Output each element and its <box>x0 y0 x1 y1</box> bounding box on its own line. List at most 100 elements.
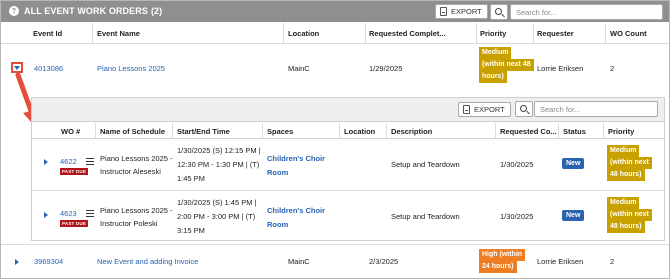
priority-line: (within next <box>607 209 652 221</box>
event-location: MainC <box>288 64 310 73</box>
status-badge: New <box>562 210 585 221</box>
chevron-right-icon[interactable] <box>44 159 48 165</box>
space-link[interactable]: Children's Choir <box>267 154 325 163</box>
wo-description: Setup and Teardown <box>391 160 460 169</box>
col-header-priority[interactable]: Priority <box>480 29 506 38</box>
chevron-down-icon <box>14 65 20 70</box>
event-location: MainC <box>288 257 310 266</box>
col-divider <box>95 123 96 139</box>
priority-line: 48 hours) <box>607 169 645 181</box>
col-header-location[interactable]: Location <box>344 127 375 136</box>
priority-line: (within next 48 <box>479 59 534 71</box>
chevron-right-icon[interactable] <box>44 212 48 218</box>
space-link[interactable]: Room <box>267 168 288 177</box>
search-icon <box>495 7 502 15</box>
col-header-requested[interactable]: Requested Complet... <box>369 29 446 38</box>
chevron-right-icon[interactable] <box>15 259 19 265</box>
past-due-badge: PAST DUE <box>60 168 89 175</box>
col-divider <box>262 123 263 139</box>
time-line: 2:00 PM - 3:00 PM | (T) <box>177 212 256 221</box>
col-divider <box>92 23 93 43</box>
panel-header: ? ALL EVENT WORK ORDERS (2) EXPORT <box>1 1 669 22</box>
subtable-export-button[interactable]: EXPORT <box>458 102 511 117</box>
event-name-link[interactable]: New Event and adding Invoice <box>97 257 198 266</box>
col-header-event-id[interactable]: Event Id <box>33 29 62 38</box>
export-label: EXPORT <box>451 7 482 16</box>
col-header-start-end[interactable]: Start/End Time <box>177 127 230 136</box>
col-header-requested[interactable]: Requested Co... <box>500 127 557 136</box>
col-divider <box>495 123 496 139</box>
priority-line: hours) <box>479 71 507 83</box>
document-icon <box>440 7 447 16</box>
event-name-link[interactable]: Piano Lessons 2025 <box>97 64 165 73</box>
space-link[interactable]: Room <box>267 220 288 229</box>
col-divider <box>558 123 559 139</box>
col-divider <box>533 23 534 43</box>
subtable-export-label: EXPORT <box>474 105 505 114</box>
list-icon[interactable] <box>86 210 94 217</box>
schedule-name-line: Piano Lessons 2025 - <box>100 154 173 163</box>
event-requester: Lorrie Eriksen <box>537 64 584 73</box>
priority-line: Medium <box>607 197 640 209</box>
wo-number-link[interactable]: 4623 <box>60 209 77 218</box>
panel-count: (2) <box>150 6 163 16</box>
priority-line: (within next <box>607 157 652 169</box>
time-line: 1/30/2025 (S) 1:45 PM | <box>177 198 257 207</box>
col-divider <box>283 23 284 43</box>
past-due-badge: PAST DUE <box>60 220 89 227</box>
expand-toggle[interactable] <box>11 62 23 73</box>
event-requester: Lorrie Eriksen <box>537 257 584 266</box>
subtable-search-button[interactable] <box>515 101 533 117</box>
priority-line: Medium <box>479 47 512 59</box>
search-input[interactable] <box>510 4 663 20</box>
schedule-name-line: Piano Lessons 2025 - <box>100 206 173 215</box>
priority-line: Medium <box>607 145 640 157</box>
event-requested-date: 2/3/2025 <box>369 257 399 266</box>
col-header-description[interactable]: Description <box>391 127 432 136</box>
wo-number-link[interactable]: 4622 <box>60 157 77 166</box>
event-wo-count: 2 <box>610 64 615 73</box>
col-header-status[interactable]: Status <box>563 127 586 136</box>
col-divider <box>603 123 604 139</box>
subtable-header: WO # Name of Schedule Start/End Time Spa… <box>32 122 664 139</box>
time-line: 12:30 PM - 1:30 PM | (T) <box>177 160 260 169</box>
search-button[interactable] <box>490 4 508 20</box>
space-link[interactable]: Children's Choir <box>267 206 325 215</box>
event-id-link[interactable]: 3969304 <box>34 257 63 266</box>
col-header-priority[interactable]: Priority <box>608 127 634 136</box>
time-line: 1:45 PM <box>177 174 205 183</box>
status-badge: New <box>562 158 585 169</box>
col-divider <box>605 23 606 43</box>
col-divider <box>365 23 366 43</box>
col-divider <box>172 123 173 139</box>
search-icon <box>520 104 527 112</box>
help-icon[interactable]: ? <box>9 6 19 16</box>
priority-line: High (within <box>479 249 526 261</box>
col-divider <box>386 123 387 139</box>
event-id-link[interactable]: 4013086 <box>34 64 63 73</box>
time-line: 1/30/2025 (S) 12:15 PM | <box>177 146 261 155</box>
subtable-search-input[interactable] <box>534 101 658 117</box>
event-wo-count: 2 <box>610 257 615 266</box>
col-header-location[interactable]: Location <box>288 29 319 38</box>
row-divider <box>1 244 669 245</box>
col-header-wo-number[interactable]: WO # <box>61 127 80 136</box>
export-button[interactable]: EXPORT <box>435 4 488 19</box>
col-divider <box>339 123 340 139</box>
wo-description: Setup and Teardown <box>391 212 460 221</box>
subtable-toolbar: EXPORT <box>32 98 664 122</box>
list-icon[interactable] <box>86 158 94 165</box>
priority-line: 48 hours) <box>607 221 645 233</box>
col-divider <box>476 23 477 43</box>
priority-line: 24 hours) <box>479 261 517 273</box>
col-header-wo-count[interactable]: WO Count <box>610 29 647 38</box>
row-divider <box>32 190 664 191</box>
col-header-event-name[interactable]: Event Name <box>97 29 140 38</box>
work-orders-panel: ? ALL EVENT WORK ORDERS (2) EXPORT Event… <box>0 0 670 279</box>
document-icon <box>463 105 470 114</box>
panel-title: ? ALL EVENT WORK ORDERS (2) <box>9 6 162 16</box>
col-header-spaces[interactable]: Spaces <box>267 127 293 136</box>
col-header-schedule[interactable]: Name of Schedule <box>100 127 165 136</box>
col-header-requester[interactable]: Requester <box>537 29 574 38</box>
work-order-subtable: EXPORT WO # Name of Schedule Start/End T… <box>31 97 665 241</box>
